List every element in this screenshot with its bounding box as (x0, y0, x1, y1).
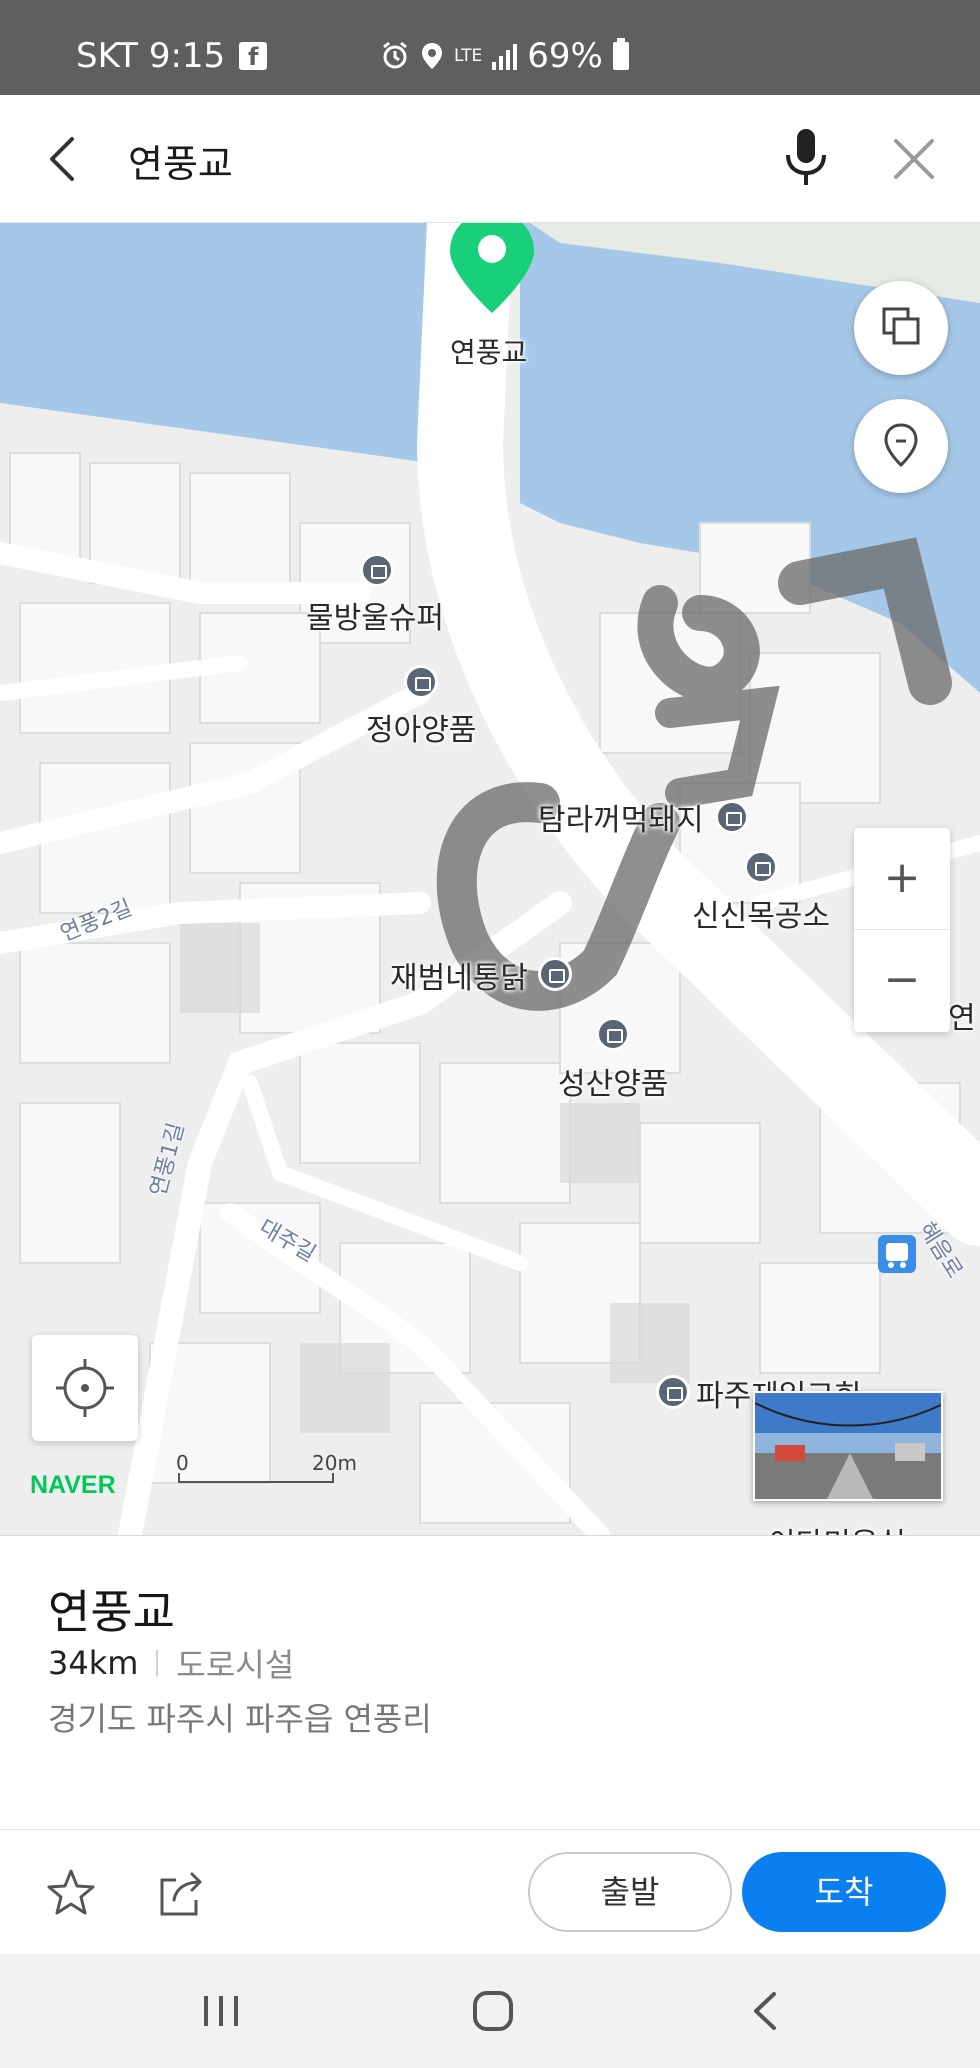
zoom-in-button[interactable]: + (854, 828, 950, 930)
system-back-icon[interactable] (746, 1988, 786, 2034)
scale-bar (178, 1473, 334, 1483)
action-bar: 출발 도착 (0, 1829, 980, 1954)
alarm-icon (383, 41, 407, 69)
street-view-thumbnail[interactable] (753, 1391, 943, 1501)
bus-stop-icon[interactable] (876, 1233, 918, 1275)
search-bar: 연풍교 (0, 95, 980, 223)
restaurant-icon (715, 800, 749, 834)
place-marker-button[interactable] (854, 399, 948, 493)
search-query[interactable]: 연풍교 (128, 133, 233, 188)
layers-icon (882, 307, 920, 345)
poi-edge: 연 (948, 1001, 976, 1036)
poi-sinsin[interactable]: 신신목공소 (692, 891, 830, 935)
status-left: SKT 9:15 f (76, 36, 268, 76)
map-view[interactable]: 연풍교 물방울슈퍼 정아양품 탐라꺼먹돼지 신신목공소 재범네통닭 성산양품 파… (0, 223, 980, 1535)
facebook-notification-icon: f (239, 42, 268, 71)
naver-logo: NAVER (30, 1471, 116, 1499)
arrive-button[interactable]: 도착 (742, 1852, 946, 1932)
place-info-panel[interactable]: 연풍교 34km 도로시설 경기도 파주시 파주읍 연풍리 (0, 1535, 980, 1829)
office-building-icon (744, 850, 778, 884)
map-pin-outline-icon (884, 423, 918, 468)
map-scale: 0 20m (176, 1451, 357, 1489)
place-name: 연풍교 (48, 1585, 175, 1639)
location-icon (422, 43, 442, 69)
back-arrow-icon[interactable] (34, 129, 94, 189)
location-pin-icon[interactable] (446, 223, 538, 319)
system-nav-bar (0, 1954, 980, 2068)
shopping-bag-icon (596, 1017, 630, 1051)
place-meta: 34km 도로시설 (48, 1640, 294, 1686)
shopping-basket-icon (360, 553, 394, 587)
place-distance: 34km (48, 1644, 139, 1682)
poi-seongsan[interactable]: 성산양품 (558, 1059, 668, 1103)
zoom-controls: + − (854, 828, 950, 1032)
my-location-button[interactable] (32, 1335, 138, 1441)
food-dish-icon (538, 957, 572, 991)
close-icon[interactable] (884, 129, 944, 189)
place-category: 도로시설 (176, 1646, 295, 1684)
shopping-bag-icon (404, 665, 438, 699)
status-bar: SKT 9:15 f LTE 69% (0, 0, 980, 95)
lte-indicator: LTE (454, 46, 483, 66)
poi-bottom[interactable]: 이다미용실 (768, 1519, 906, 1535)
poi-tamra[interactable]: 탐라꺼먹돼지 (538, 795, 704, 839)
depart-button[interactable]: 출발 (528, 1852, 732, 1932)
scale-start: 0 (176, 1451, 189, 1475)
star-icon[interactable] (44, 1866, 98, 1920)
status-right: LTE 69% (380, 36, 629, 76)
meta-divider (156, 1650, 159, 1676)
poi-supermarket[interactable]: 물방울슈퍼 (306, 593, 444, 637)
church-icon (656, 1375, 690, 1409)
recent-apps-icon[interactable] (200, 1990, 242, 2032)
pin-label: 연풍교 (450, 336, 528, 369)
signal-icon (492, 42, 518, 70)
zoom-out-button[interactable]: − (854, 930, 950, 1032)
home-icon[interactable] (470, 1988, 516, 2034)
crosshair-icon (56, 1359, 114, 1417)
scale-end: 20m (312, 1451, 357, 1475)
place-address: 경기도 파주시 파주읍 연풍리 (48, 1700, 432, 1738)
battery-icon (612, 38, 629, 70)
poi-jeonga[interactable]: 정아양품 (366, 705, 476, 749)
battery-percent: 69% (527, 36, 603, 76)
microphone-icon[interactable] (776, 125, 836, 191)
map-base (0, 223, 980, 1535)
layers-button[interactable] (854, 281, 948, 375)
poi-jaebeom[interactable]: 재범네통닭 (390, 953, 528, 997)
street-view-image (755, 1393, 941, 1499)
carrier-time: SKT 9:15 (76, 36, 226, 76)
share-icon[interactable] (154, 1866, 208, 1920)
